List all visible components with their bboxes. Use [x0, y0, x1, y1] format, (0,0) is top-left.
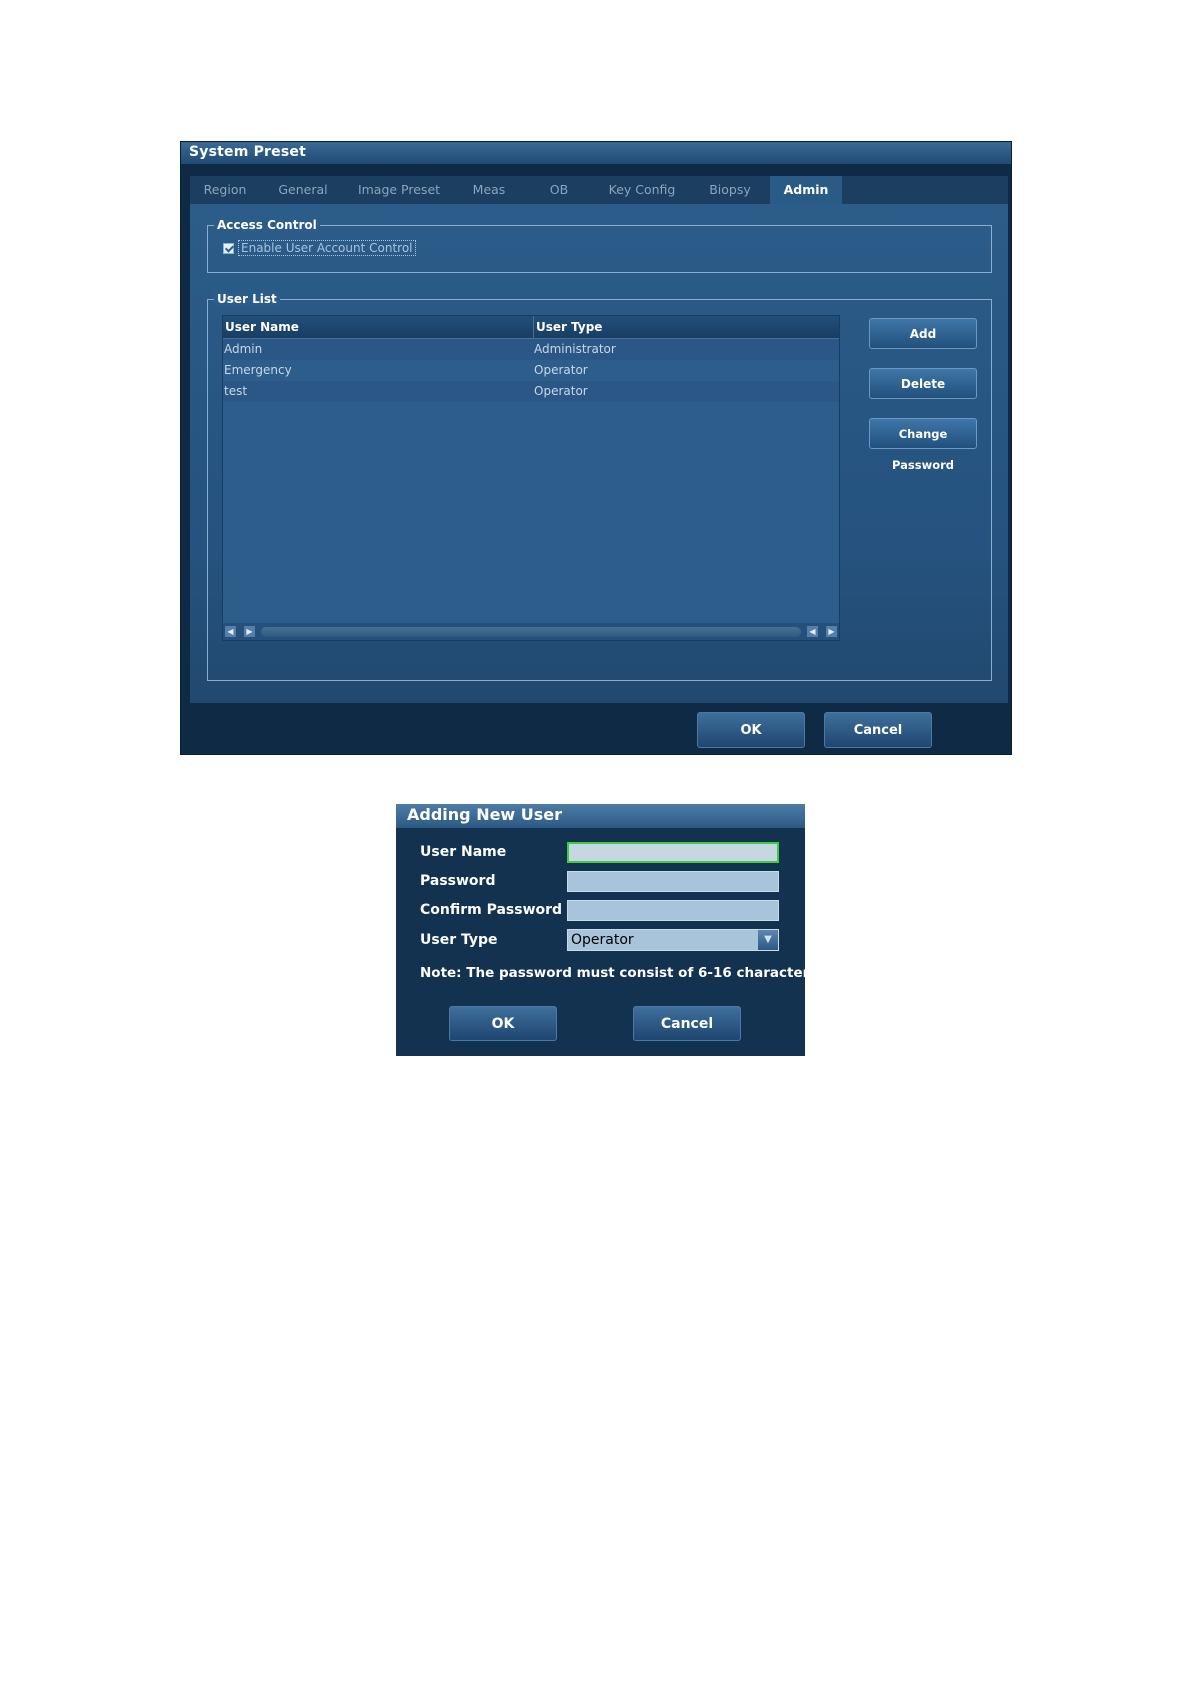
user-name-input[interactable]: [567, 842, 779, 863]
change-password-button[interactable]: Change Password: [869, 418, 977, 472]
add-user-button[interactable]: Add: [869, 318, 977, 349]
scroll-left-icon[interactable]: ◀: [225, 626, 236, 637]
user-type-select[interactable]: Operator ▼: [567, 929, 779, 951]
admin-panel: Access Control Enable User Account Contr…: [190, 204, 1008, 703]
cancel-button[interactable]: Cancel: [824, 712, 932, 748]
scroll-right-icon[interactable]: ▶: [826, 626, 837, 637]
access-control-group: Access Control Enable User Account Contr…: [207, 218, 992, 273]
cell-user-name: Admin: [224, 342, 263, 356]
cancel-button[interactable]: Cancel: [633, 1006, 741, 1041]
cell-user-type: Operator: [534, 363, 588, 377]
dialog-title: Adding New User: [407, 805, 563, 824]
ok-button[interactable]: OK: [449, 1006, 557, 1041]
user-table[interactable]: User Name User Type Admin Administrator …: [222, 315, 840, 641]
scroll-right-icon[interactable]: ▶: [244, 626, 255, 637]
user-type-label: User Type: [420, 932, 498, 948]
cell-user-type: Administrator: [534, 342, 616, 356]
user-table-header: User Name User Type: [223, 316, 839, 339]
add-user-title-bar: Adding New User: [396, 804, 805, 828]
column-header-user-name[interactable]: User Name: [225, 316, 299, 338]
password-note: Note: The password must consist of 6-16 …: [420, 965, 823, 981]
tab-general[interactable]: General: [262, 176, 344, 204]
cell-user-type: Operator: [534, 384, 588, 398]
tab-meas[interactable]: Meas: [454, 176, 524, 204]
confirm-password-label: Confirm Password: [420, 902, 563, 918]
password-label: Password: [420, 873, 496, 889]
cell-user-name: test: [224, 384, 248, 398]
tab-biopsy[interactable]: Biopsy: [692, 176, 768, 204]
ok-button[interactable]: OK: [697, 712, 805, 748]
tab-admin[interactable]: Admin: [770, 176, 842, 204]
horizontal-scrollbar[interactable]: ◀ ▶ ◀ ▶: [223, 623, 839, 640]
enable-uac-option[interactable]: Enable User Account Control: [223, 240, 416, 256]
scroll-left-icon[interactable]: ◀: [807, 626, 818, 637]
user-name-label: User Name: [420, 844, 507, 860]
cell-user-name: Emergency: [224, 363, 292, 377]
system-preset-window: System Preset Region General Image Prese…: [180, 141, 1012, 755]
column-header-user-type[interactable]: User Type: [533, 316, 602, 338]
tab-region[interactable]: Region: [190, 176, 260, 204]
table-row[interactable]: Admin Administrator: [223, 339, 839, 360]
enable-uac-checkbox[interactable]: [223, 242, 234, 254]
add-user-dialog: Adding New User User Name Password Confi…: [396, 804, 822, 1056]
window-title: System Preset: [189, 144, 306, 160]
table-row[interactable]: test Operator: [223, 381, 839, 402]
preset-tabs: Region General Image Preset Meas OB Key …: [190, 176, 1008, 204]
table-row[interactable]: Emergency Operator: [223, 360, 839, 381]
enable-uac-label[interactable]: Enable User Account Control: [238, 240, 416, 256]
user-list-group: User List User Name User Type Admin Admi…: [207, 292, 992, 681]
access-control-legend: Access Control: [214, 218, 320, 232]
tab-image-preset[interactable]: Image Preset: [346, 176, 452, 204]
system-preset-title-bar: System Preset: [181, 142, 1011, 164]
password-input[interactable]: [567, 871, 779, 892]
scroll-thumb[interactable]: [261, 627, 801, 637]
user-type-selected-value: Operator: [571, 932, 634, 948]
confirm-password-input[interactable]: [567, 900, 779, 921]
tab-key-config[interactable]: Key Config: [594, 176, 690, 204]
delete-user-button[interactable]: Delete: [869, 368, 977, 399]
tab-ob[interactable]: OB: [526, 176, 592, 204]
user-list-legend: User List: [214, 292, 280, 306]
chevron-down-icon[interactable]: ▼: [758, 930, 778, 950]
